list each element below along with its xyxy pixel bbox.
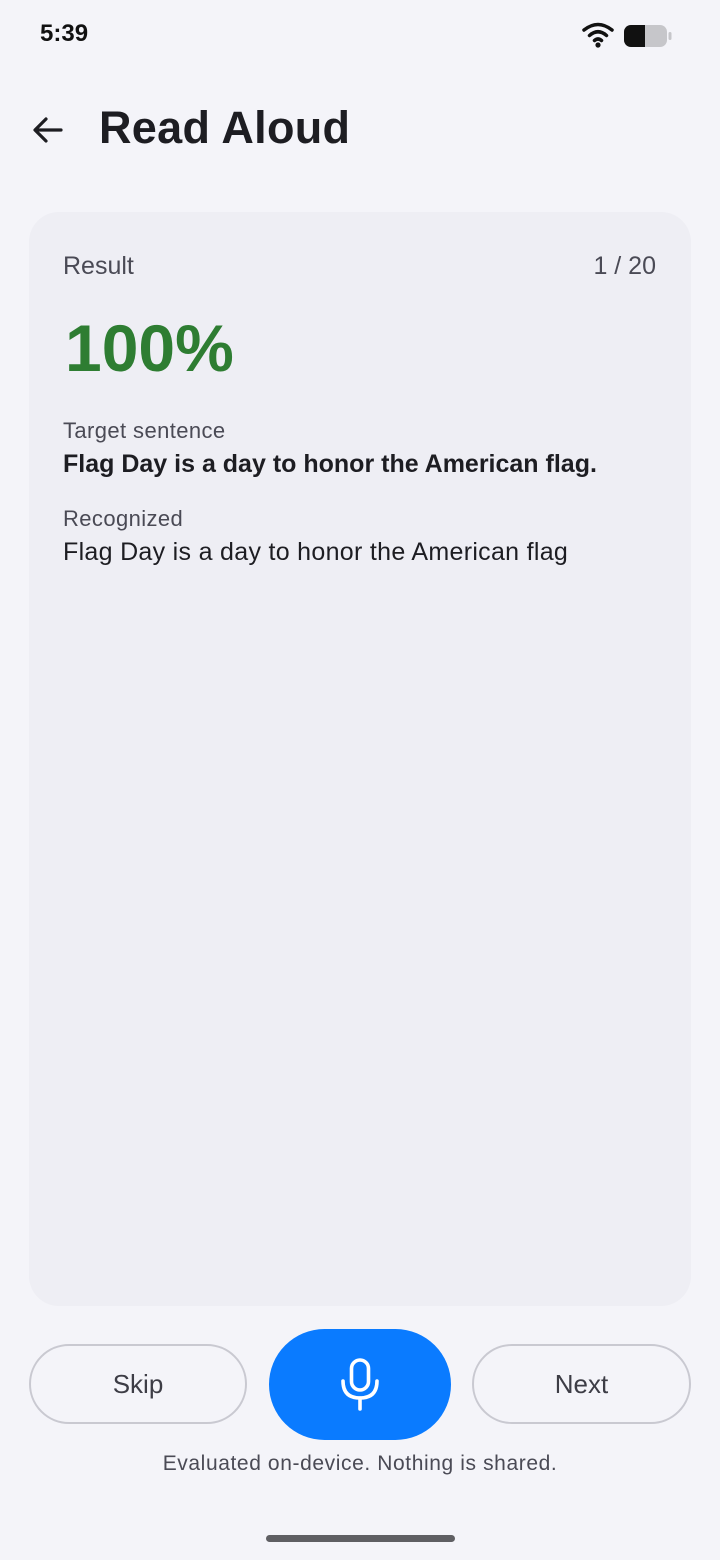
status-time: 5:39 bbox=[40, 20, 89, 47]
arrow-left-icon bbox=[33, 117, 63, 143]
action-bar: Skip Next bbox=[0, 1328, 720, 1448]
recognized-label: Recognized bbox=[63, 506, 184, 531]
next-button[interactable]: Next bbox=[472, 1344, 691, 1424]
status-bar: 5:39 bbox=[0, 0, 720, 72]
microphone-icon bbox=[341, 1357, 379, 1411]
progress-counter: 1 / 20 bbox=[593, 252, 656, 280]
wifi-icon bbox=[582, 22, 614, 48]
target-sentence-label: Target sentence bbox=[63, 418, 226, 443]
recognized-sentence: Flag Day is a day to honor the American … bbox=[63, 538, 569, 566]
battery-icon bbox=[624, 25, 672, 47]
back-button[interactable] bbox=[26, 108, 70, 152]
result-card: Result 1 / 20 100% Target sentence Flag … bbox=[29, 212, 691, 1306]
record-button[interactable] bbox=[269, 1329, 451, 1440]
app-header: Read Aloud bbox=[0, 90, 720, 170]
skip-button[interactable]: Skip bbox=[29, 1344, 247, 1424]
home-indicator[interactable] bbox=[266, 1535, 455, 1542]
score-percent: 100% bbox=[65, 311, 234, 385]
result-label: Result bbox=[63, 252, 134, 280]
target-sentence: Flag Day is a day to honor the American … bbox=[63, 450, 597, 478]
page-title: Read Aloud bbox=[99, 102, 351, 153]
privacy-note: Evaluated on-device. Nothing is shared. bbox=[162, 1452, 558, 1475]
